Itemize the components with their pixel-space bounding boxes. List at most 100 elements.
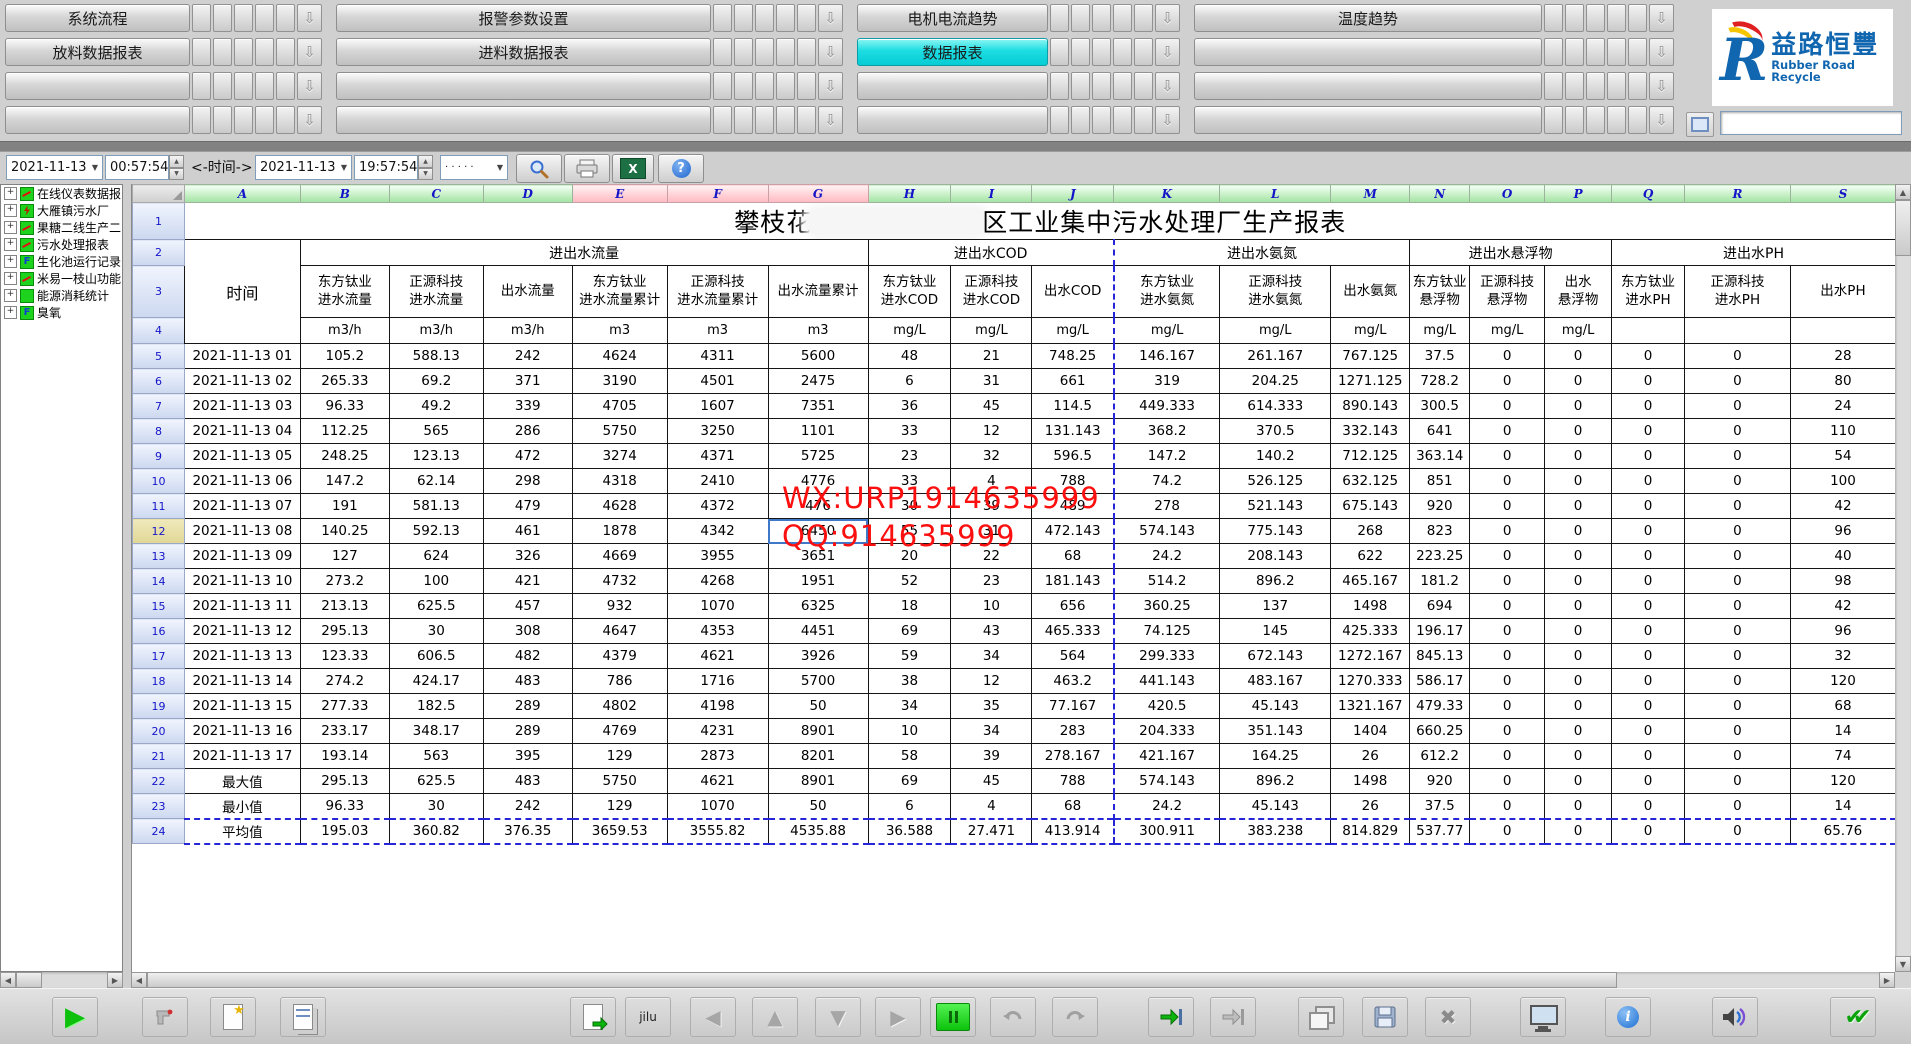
toolbar-slot-button[interactable] xyxy=(1586,72,1605,100)
row-header[interactable]: 13 xyxy=(133,544,185,569)
toolbar-slot-button[interactable] xyxy=(713,38,732,66)
toolbar-button[interactable] xyxy=(1194,72,1542,100)
toolbar-slot-button[interactable] xyxy=(1628,4,1647,32)
column-letter-header[interactable]: L xyxy=(1220,185,1331,203)
row-header[interactable]: 6 xyxy=(133,369,185,394)
toolbar-button[interactable] xyxy=(5,72,190,100)
toolbar-button[interactable] xyxy=(1194,106,1542,134)
scroll-left-icon[interactable]: ◀ xyxy=(131,972,147,988)
column-letter-header[interactable]: P xyxy=(1545,185,1612,203)
start-time-spinner[interactable]: ▲▼ xyxy=(169,155,184,180)
toolbar-slot-button[interactable] xyxy=(797,4,816,32)
row-header[interactable]: 5 xyxy=(133,344,185,369)
row-header[interactable]: 21 xyxy=(133,744,185,769)
run-indicator-button[interactable] xyxy=(930,997,976,1037)
toolbar-slot-button[interactable] xyxy=(1607,72,1626,100)
toolbar-slot-button[interactable] xyxy=(1586,4,1605,32)
tree-expand-icon[interactable]: + xyxy=(4,289,17,302)
start-date-select[interactable]: 2021-11-13▼ xyxy=(6,155,103,180)
toolbar-dropdown-arrow-icon[interactable]: ⇩ xyxy=(297,38,322,66)
toolbar-slot-button[interactable] xyxy=(255,72,274,100)
row-header[interactable]: 9 xyxy=(133,444,185,469)
toolbar-slot-button[interactable] xyxy=(755,106,774,134)
row-header[interactable]: 16 xyxy=(133,619,185,644)
toolbar-slot-button[interactable] xyxy=(1544,106,1563,134)
row-header[interactable]: 10 xyxy=(133,469,185,494)
toolbar-slot-button[interactable] xyxy=(734,4,753,32)
toolbar-slot-button[interactable] xyxy=(276,106,295,134)
toolbar-slot-button[interactable] xyxy=(1586,38,1605,66)
info-button[interactable]: i xyxy=(1605,997,1651,1037)
toolbar-slot-button[interactable] xyxy=(1134,4,1153,32)
sidebar-item[interactable]: +臭氧 xyxy=(1,304,122,321)
column-letter-header[interactable]: E xyxy=(572,185,667,203)
confirm-checks-button[interactable]: ✔✔ xyxy=(1830,997,1876,1037)
toolbar-slot-button[interactable] xyxy=(755,4,774,32)
toolbar-slot-button[interactable] xyxy=(276,38,295,66)
nav-down-button[interactable]: ▼ xyxy=(815,997,861,1037)
toolbar-slot-button[interactable] xyxy=(276,72,295,100)
toolbar-button[interactable] xyxy=(336,72,711,100)
tree-expand-icon[interactable]: + xyxy=(4,306,17,319)
tree-expand-icon[interactable]: + xyxy=(4,255,17,268)
toolbar-slot-button[interactable] xyxy=(1113,38,1132,66)
end-time-spinner[interactable]: ▲▼ xyxy=(418,155,433,180)
toolbar-slot-button[interactable] xyxy=(1071,72,1090,100)
sidebar-item[interactable]: +米易一枝山功能 xyxy=(1,270,122,287)
toolbar-slot-button[interactable] xyxy=(755,72,774,100)
toolbar-slot-button[interactable] xyxy=(255,38,274,66)
toolbar-slot-button[interactable] xyxy=(1607,4,1626,32)
tree-expand-icon[interactable]: + xyxy=(4,272,17,285)
toolbar-slot-button[interactable] xyxy=(234,72,253,100)
toolbar-slot-button[interactable] xyxy=(1607,38,1626,66)
row-header[interactable]: 24 xyxy=(133,819,185,844)
close-x-button[interactable]: ✖ xyxy=(1425,997,1471,1037)
toolbar-dropdown-arrow-icon[interactable]: ⇩ xyxy=(818,38,843,66)
row-header[interactable]: 3 xyxy=(133,266,185,318)
toolbar-dropdown-arrow-icon[interactable]: ⇩ xyxy=(297,106,322,134)
row-header[interactable]: 8 xyxy=(133,419,185,444)
toolbar-slot-button[interactable] xyxy=(734,106,753,134)
toolbar-slot-button[interactable] xyxy=(1565,106,1584,134)
toolbar-slot-button[interactable] xyxy=(1565,72,1584,100)
toolbar-dropdown-arrow-icon[interactable]: ⇩ xyxy=(1155,4,1180,32)
toolbar-slot-button[interactable] xyxy=(1092,72,1111,100)
toolbar-slot-button[interactable] xyxy=(213,4,232,32)
toolbar-slot-button[interactable] xyxy=(1628,38,1647,66)
row-header[interactable]: 22 xyxy=(133,769,185,794)
toolbar-slot-button[interactable] xyxy=(1628,72,1647,100)
toolbar-slot-button[interactable] xyxy=(734,72,753,100)
row-header[interactable]: 11 xyxy=(133,494,185,519)
toolbar-slot-button[interactable] xyxy=(1565,4,1584,32)
toolbar-slot-button[interactable] xyxy=(1113,72,1132,100)
column-letter-header[interactable]: O xyxy=(1470,185,1545,203)
grab-tool-button[interactable] xyxy=(142,997,188,1037)
toolbar-slot-button[interactable] xyxy=(1544,72,1563,100)
toolbar-slot-button[interactable] xyxy=(776,38,795,66)
column-letter-header[interactable]: J xyxy=(1032,185,1114,203)
audio-button[interactable] xyxy=(1712,997,1758,1037)
toolbar-button[interactable]: 电机电流趋势 xyxy=(857,4,1048,32)
toolbar-dropdown-arrow-icon[interactable]: ⇩ xyxy=(818,106,843,134)
row-header[interactable]: 23 xyxy=(133,794,185,819)
scrollbar-thumb[interactable] xyxy=(16,972,42,988)
column-letter-header[interactable]: B xyxy=(300,185,389,203)
end-date-select[interactable]: 2021-11-13▼ xyxy=(255,155,352,180)
search-button[interactable] xyxy=(516,154,562,183)
toolbar-slot-button[interactable] xyxy=(1113,106,1132,134)
monitor-button[interactable] xyxy=(1520,997,1566,1037)
row-header[interactable]: 15 xyxy=(133,594,185,619)
toolbar-slot-button[interactable] xyxy=(1092,4,1111,32)
play-button[interactable]: ▶ xyxy=(52,997,98,1037)
toolbar-slot-button[interactable] xyxy=(1050,38,1069,66)
goto-entry-button[interactable] xyxy=(1148,997,1194,1037)
tree-expand-icon[interactable]: + xyxy=(4,238,17,251)
toolbar-slot-button[interactable] xyxy=(192,106,211,134)
import-data-button[interactable] xyxy=(570,997,616,1037)
column-letter-header[interactable]: A xyxy=(184,185,300,203)
row-header[interactable]: 2 xyxy=(133,240,185,266)
toolbar-slot-button[interactable] xyxy=(1628,106,1647,134)
column-letter-header[interactable]: C xyxy=(389,185,483,203)
toolbar-dropdown-arrow-icon[interactable]: ⇩ xyxy=(1155,38,1180,66)
toolbar-slot-button[interactable] xyxy=(1050,106,1069,134)
